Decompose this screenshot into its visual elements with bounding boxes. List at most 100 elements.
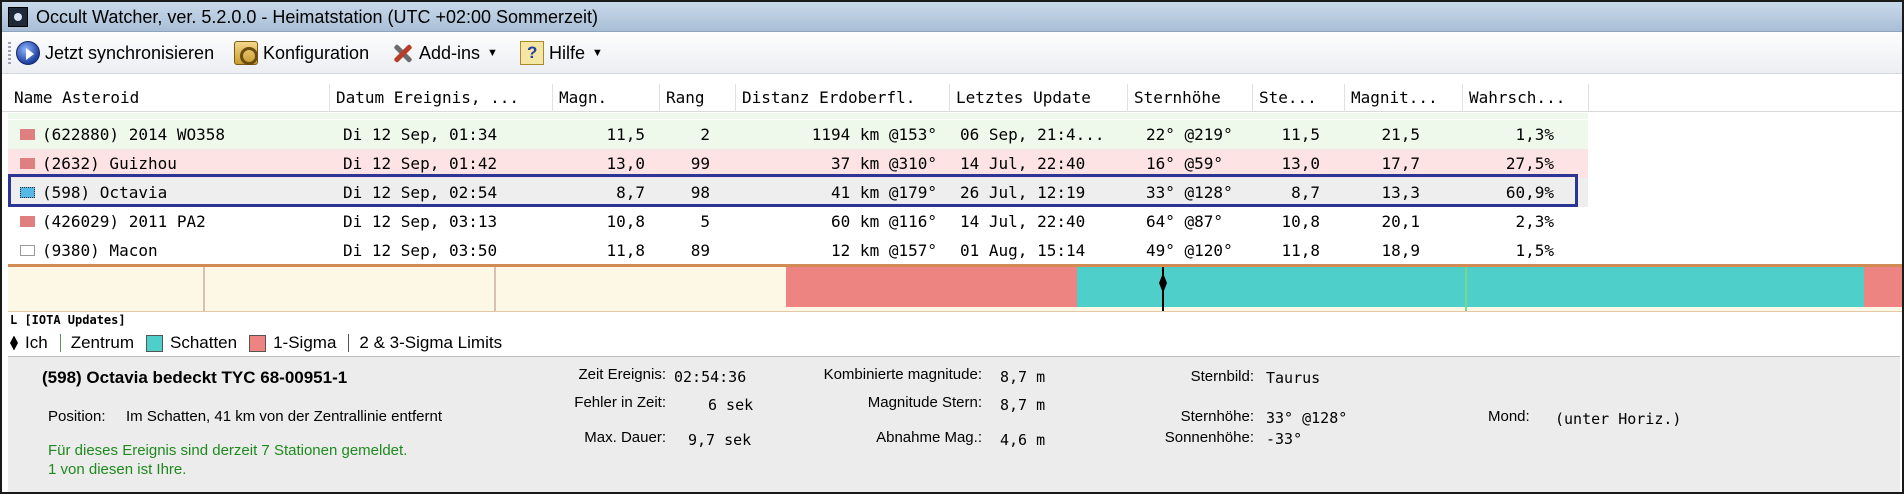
table-row-selected[interactable]: (598) Octavia Di 12 Sep, 02:54 8,7 98 41… xyxy=(8,178,1588,207)
magnitude: 10,8 xyxy=(606,212,645,231)
position-label: Position: xyxy=(48,408,106,425)
title-bar: Occult Watcher, ver. 5.2.0.0 - Heimatsta… xyxy=(2,2,1902,32)
star-altitude: 33° @128° xyxy=(1146,183,1233,202)
magnitude-drop: 17,7 xyxy=(1381,154,1420,173)
star-magnitude-label: Magnitude Stern: xyxy=(867,394,982,411)
table-row[interactable]: (9380) Macon Di 12 Sep, 03:50 11,8 89 12… xyxy=(8,236,1588,265)
position-value: Im Schatten, 41 km von der Zentrallinie … xyxy=(126,408,442,425)
center-line-icon xyxy=(59,334,61,352)
event-date: Di 12 Sep, 01:34 xyxy=(343,125,498,144)
configuration-button-label: Konfiguration xyxy=(263,42,370,63)
last-update: 14 Jul, 22:40 xyxy=(960,212,1086,231)
max-duration-value: 9,7 sek xyxy=(688,431,752,449)
magnitude: 8,7 xyxy=(616,183,645,202)
legend-shadow-label: Schatten xyxy=(169,333,238,352)
magnitude-drop-label: Abnahme Mag.: xyxy=(876,429,982,446)
list-item-partial xyxy=(8,113,1588,119)
column-header-last-update[interactable]: Letztes Update xyxy=(950,84,1128,112)
legend-center-label: Zentrum xyxy=(70,333,134,352)
column-header-rank[interactable]: Rang xyxy=(660,84,736,112)
distance: 60 km @116° xyxy=(831,212,937,231)
distance: 12 km @157° xyxy=(831,241,937,260)
legend-item-shadow: Schatten xyxy=(145,333,238,353)
probability: 60,9% xyxy=(1505,183,1554,202)
combined-magnitude-label: Kombinierte magnitude: xyxy=(823,366,982,383)
star-altitude: 22° @219° xyxy=(1146,125,1233,144)
column-header-date[interactable]: Datum Ereignis, ... xyxy=(330,84,553,112)
magnitude: 11,5 xyxy=(606,125,645,144)
column-header-star-magnitude[interactable]: Ste... xyxy=(1253,84,1345,112)
help-menu[interactable]: Hilfe ▼ xyxy=(520,40,603,66)
rank: 5 xyxy=(700,212,710,231)
star-magnitude: 10,8 xyxy=(1281,212,1320,231)
moon-value: (unter Horiz.) xyxy=(1555,410,1682,428)
magnitude: 13,0 xyxy=(606,154,645,173)
event-marker-icon xyxy=(20,158,35,169)
stations-info-line1: Für dieses Ereignis sind derzeit 7 Stati… xyxy=(48,442,408,459)
chevron-down-icon: ▼ xyxy=(487,47,498,59)
event-marker-icon xyxy=(20,187,35,198)
event-marker-icon xyxy=(20,245,35,256)
app-logo-icon xyxy=(8,7,28,27)
timeline-legend: Ich Zentrum Schatten 1-Sigma 2 & 3-Sigma… xyxy=(10,330,514,356)
magnitude-drop-value: 4,6 m xyxy=(1000,431,1046,449)
toolbar-grip-icon[interactable] xyxy=(8,42,11,64)
event-timeline[interactable] xyxy=(8,264,1902,312)
legend-item-limits: 2 & 3-Sigma Limits xyxy=(348,333,502,353)
column-header-probability[interactable]: Wahrsch... xyxy=(1463,84,1589,112)
table-row[interactable]: (2632) Guizhou Di 12 Sep, 01:42 13,0 99 … xyxy=(8,149,1588,178)
last-update: 26 Jul, 12:19 xyxy=(960,183,1086,202)
rank: 89 xyxy=(690,241,710,260)
tools-icon xyxy=(390,41,414,65)
probability: 1,3% xyxy=(1515,125,1554,144)
timeline-one-sigma-band xyxy=(1864,267,1902,307)
limit-line-icon xyxy=(348,334,350,352)
sync-button[interactable]: Jetzt synchronisieren xyxy=(16,40,214,66)
table-row[interactable]: (426029) 2011 PA2 Di 12 Sep, 03:13 10,8 … xyxy=(8,207,1588,236)
rank: 2 xyxy=(700,125,710,144)
asteroid-name: (622880) 2014 WO358 xyxy=(42,125,226,144)
probability: 27,5% xyxy=(1505,154,1554,173)
probability: 1,5% xyxy=(1515,241,1554,260)
rank: 99 xyxy=(690,154,710,173)
event-details-panel: (598) Octavia bedeckt TYC 68-00951-1 Pos… xyxy=(8,356,1900,492)
table-row[interactable]: (622880) 2014 WO358 Di 12 Sep, 01:34 11,… xyxy=(8,120,1588,149)
asteroid-name: (2632) Guizhou xyxy=(42,154,177,173)
asteroid-name: (426029) 2011 PA2 xyxy=(42,212,206,231)
column-header-magnitude-drop[interactable]: Magnit... xyxy=(1345,84,1463,112)
help-icon xyxy=(520,41,544,65)
rank: 98 xyxy=(690,183,710,202)
toolbar: Jetzt synchronisieren Konfiguration Add-… xyxy=(2,32,1902,74)
diamond-marker-icon xyxy=(10,335,18,351)
star-altitude-label: Sternhöhe: xyxy=(1180,408,1254,425)
constellation-label: Sternbild: xyxy=(1190,368,1254,385)
magnitude-drop: 18,9 xyxy=(1381,241,1420,260)
addins-menu-label: Add-ins xyxy=(419,42,481,63)
timeline-one-sigma-band xyxy=(786,267,1077,307)
event-marker-icon xyxy=(20,129,35,140)
column-header-star-altitude[interactable]: Sternhöhe xyxy=(1128,84,1253,112)
configuration-button[interactable]: Konfiguration xyxy=(234,40,369,66)
column-header-distance[interactable]: Distanz Erdoberfl. xyxy=(736,84,950,112)
time-error-value: 6 sek xyxy=(708,396,754,414)
legend-me-label: Ich xyxy=(25,333,48,352)
stations-info-line2: 1 von diesen ist Ihre. xyxy=(48,461,187,478)
timeline-shadow-band xyxy=(1077,267,1864,307)
addins-menu[interactable]: Add-ins ▼ xyxy=(390,40,498,66)
probability: 2,3% xyxy=(1515,212,1554,231)
legend-limits-label: 2 & 3-Sigma Limits xyxy=(359,333,503,352)
asteroid-name: (9380) Macon xyxy=(42,241,158,260)
column-header-magnitude[interactable]: Magn. xyxy=(553,84,660,112)
timeline-label: L [IOTA Updates] xyxy=(10,313,126,327)
sync-icon xyxy=(16,41,40,65)
star-magnitude: 11,5 xyxy=(1281,125,1320,144)
shadow-swatch-icon xyxy=(145,334,163,352)
event-date: Di 12 Sep, 01:42 xyxy=(343,154,498,173)
window-title: Occult Watcher, ver. 5.2.0.0 - Heimatsta… xyxy=(36,7,599,27)
asteroid-name: (598) Octavia xyxy=(42,183,168,202)
time-error-label: Fehler in Zeit: xyxy=(574,394,666,411)
help-menu-label: Hilfe xyxy=(549,42,586,63)
column-header-name[interactable]: Name Asteroid xyxy=(8,84,330,112)
legend-item-center: Zentrum xyxy=(59,333,134,353)
star-altitude: 49° @120° xyxy=(1146,241,1233,260)
